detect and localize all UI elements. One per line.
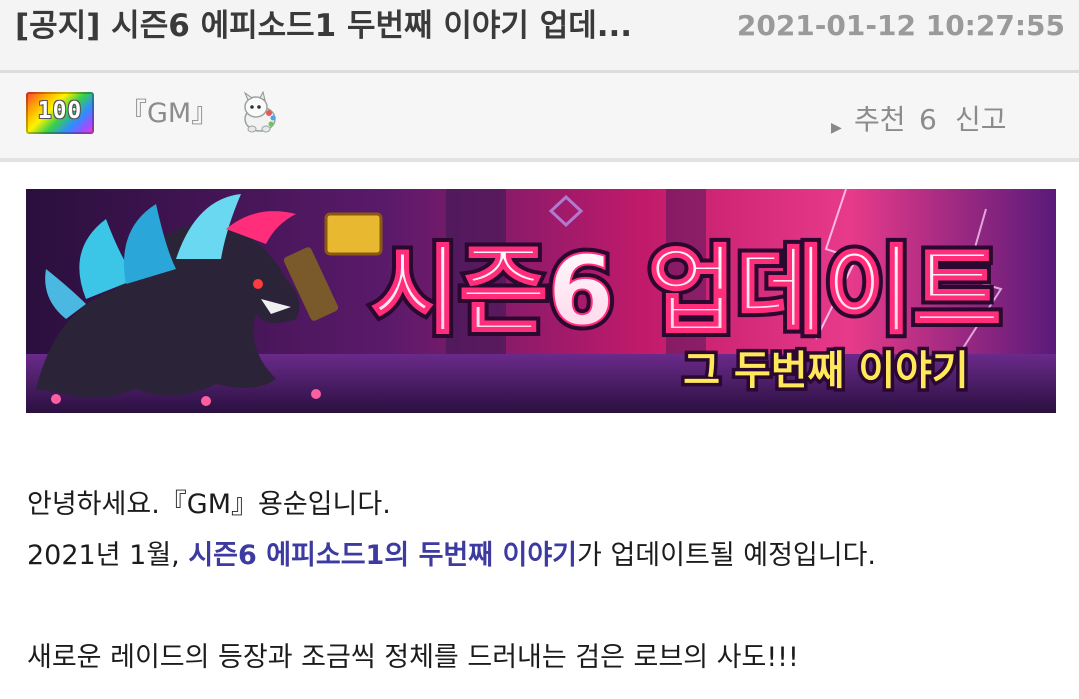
level-number: 100 — [37, 98, 83, 124]
white-creature-icon — [236, 90, 284, 135]
author-nickname[interactable]: 『GM』 — [120, 97, 218, 131]
recommend-button[interactable]: 추천 — [854, 103, 906, 137]
author-bar: 100 『GM』 ▶ 추천 6 신고 — [0, 73, 1079, 162]
update-banner-image: 시즌6 업데이트 시즌6 업데이트 그 두번째 이야기 그 두번째 이야기 — [26, 189, 1056, 413]
content-raid-teaser: 새로운 레이드의 등장과 조금씩 정체를 드러내는 검은 로브의 사도!!! — [27, 642, 799, 673]
level-badge-icon: 100 — [26, 92, 94, 134]
content-announcement: 2021년 1월, 시즌6 에피소드1의 두번째 이야기가 업데이트될 예정입니… — [27, 538, 876, 574]
post-title: [공지] 시즌6 에피소드1 두번째 이야기 업데... — [15, 8, 633, 44]
post-header: [공지] 시즌6 에피소드1 두번째 이야기 업데... 2021-01-12 … — [0, 0, 1079, 73]
announcement-highlight: 시즌6 에피소드1의 두번째 이야기 — [188, 540, 578, 571]
recommend-arrow-icon: ▶ — [831, 120, 842, 136]
announcement-suffix: 가 업데이트될 예정입니다. — [577, 540, 877, 571]
post-timestamp: 2021-01-12 10:27:55 — [736, 9, 1065, 42]
report-button[interactable]: 신고 — [955, 103, 1007, 137]
banner-main-text: 시즌6 업데이트 — [371, 235, 1001, 347]
recommend-count: 6 — [919, 103, 937, 136]
banner-sub-text: 그 두번째 이야기 — [683, 348, 968, 394]
content-greeting: 안녕하세요.『GM』용순입니다. — [27, 489, 391, 520]
announcement-prefix: 2021년 1월, — [27, 540, 189, 571]
